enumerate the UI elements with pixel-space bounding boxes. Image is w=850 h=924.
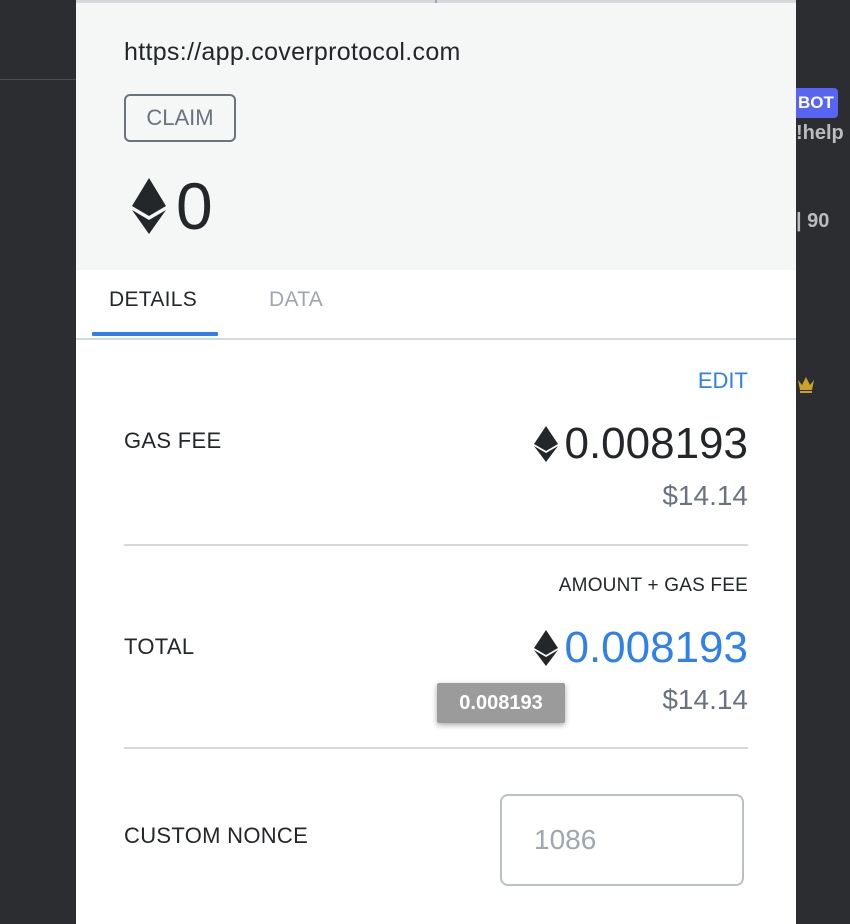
- ethereum-icon: [534, 630, 559, 666]
- site-origin: https://app.coverprotocol.com: [124, 38, 461, 66]
- bot-badge: BOT: [796, 88, 838, 118]
- background-divider: [0, 79, 76, 80]
- tab-data[interactable]: DATA: [269, 288, 323, 312]
- confirm-transaction-panel: https://app.coverprotocol.com CLAIM 0 DE…: [76, 0, 796, 924]
- total-fiat: $14.14: [662, 684, 748, 715]
- ethereum-icon: [132, 178, 166, 234]
- background-left: [0, 0, 76, 924]
- header-tick: [435, 0, 437, 3]
- total-label: TOTAL: [124, 634, 195, 659]
- custom-nonce-input[interactable]: [500, 794, 744, 886]
- gas-fee-amount: 0.008193: [534, 418, 748, 470]
- total-eth: 0.008193: [564, 623, 748, 672]
- ethereum-icon: [534, 426, 559, 462]
- active-tab-indicator: [92, 332, 218, 336]
- gas-fee-label: GAS FEE: [124, 428, 222, 453]
- gas-fee-eth: 0.008193: [564, 419, 748, 468]
- tab-bar: DETAILS DATA: [76, 270, 796, 340]
- total-subheading: AMOUNT + GAS FEE: [558, 575, 748, 596]
- value-amount: 0: [176, 169, 213, 243]
- transaction-value: 0: [132, 168, 213, 244]
- background-number: | 90: [796, 210, 830, 232]
- transaction-header: https://app.coverprotocol.com CLAIM 0: [76, 0, 796, 270]
- crown-icon: [798, 377, 814, 393]
- divider: [124, 544, 748, 546]
- help-text: !help: [796, 122, 844, 144]
- method-pill: CLAIM: [124, 94, 236, 142]
- gas-fee-fiat: $14.14: [662, 480, 748, 511]
- edit-gas-link[interactable]: EDIT: [698, 368, 748, 394]
- total-amount: 0.008193: [534, 622, 748, 674]
- custom-nonce-label: CUSTOM NONCE: [124, 823, 309, 848]
- amount-tooltip: 0.008193: [437, 683, 565, 723]
- tab-details[interactable]: DETAILS: [109, 288, 197, 312]
- divider: [124, 747, 748, 749]
- background-right: BOT !help | 90: [796, 0, 850, 924]
